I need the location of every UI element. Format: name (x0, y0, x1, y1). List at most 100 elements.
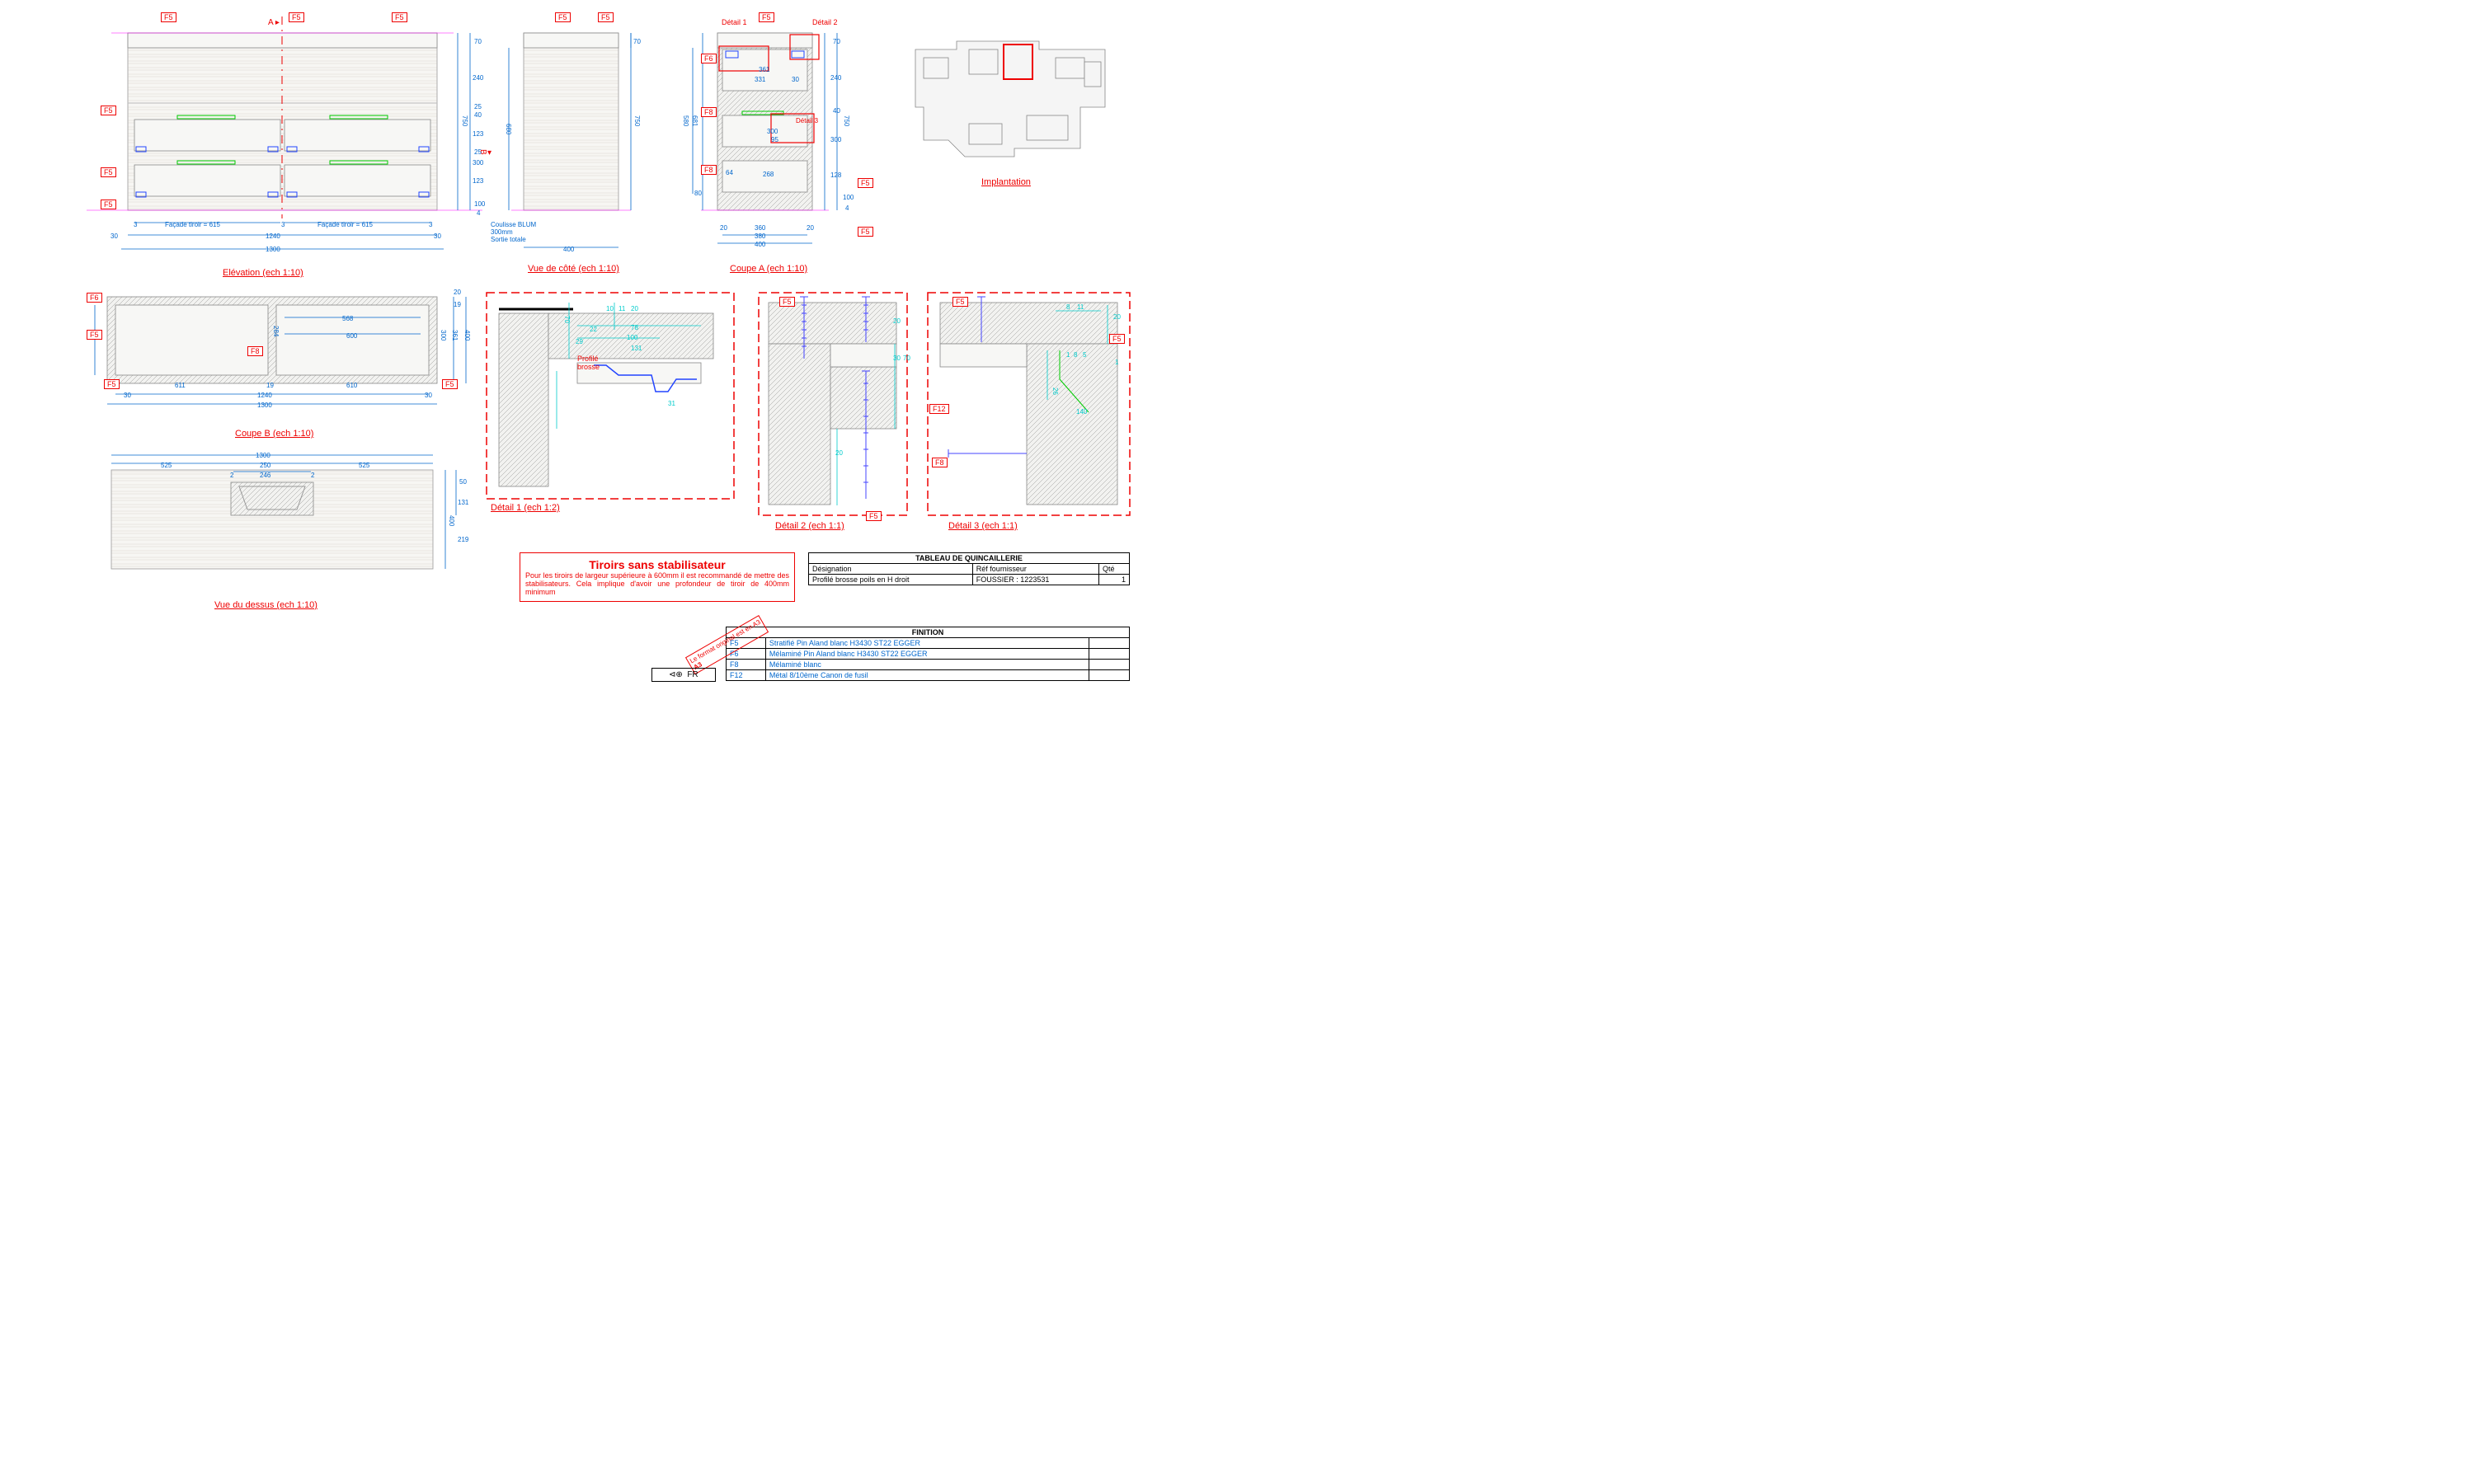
d19: 19 (266, 382, 274, 389)
d4: 4 (477, 209, 480, 217)
d30bl: 30 (124, 392, 131, 399)
d5: 5 (1083, 351, 1086, 359)
d300e: 300 (473, 159, 483, 167)
d750s: 750 (633, 115, 641, 126)
tag-f12: F12 (929, 404, 949, 414)
d361: 361 (759, 66, 769, 73)
title-side: Vue de côté (ech 1:10) (528, 264, 619, 274)
dim-30l: 30 (111, 232, 118, 240)
d1300t: 1300 (256, 452, 270, 459)
d300b: 300 (830, 136, 841, 143)
d600: 600 (346, 332, 357, 340)
tag-f8: F8 (932, 458, 948, 467)
d140: 140 (1076, 408, 1087, 416)
d246: 246 (260, 472, 270, 479)
d250: 250 (260, 462, 270, 469)
tag-f5: F5 (759, 12, 774, 22)
d64: 64 (726, 169, 733, 176)
d219: 219 (458, 536, 468, 543)
d100a: 100 (843, 194, 854, 201)
d11: 11 (618, 305, 625, 312)
d50: 50 (459, 478, 467, 486)
view-elevation (87, 16, 482, 249)
a3-stamp: Le format original est en A3A3 (684, 635, 769, 655)
d750a: 750 (843, 115, 850, 126)
d131d: 131 (631, 345, 642, 352)
d525l: 525 (161, 462, 172, 469)
proj-symbol: ⊲⊕ FR (651, 668, 716, 682)
title-top: Vue du dessus (ech 1:10) (214, 600, 317, 610)
d20b: 20 (454, 289, 461, 296)
dim-1300: 1300 (266, 246, 280, 253)
d25a: 25 (474, 103, 482, 110)
d1: 1 (1115, 359, 1118, 366)
d400b: 400 (463, 330, 471, 340)
d128: 128 (830, 171, 841, 179)
coulisse-note: Coulisse BLUM 300mm Sortie totale (491, 221, 536, 243)
d300a: 300 (767, 128, 778, 135)
d580: 580 (682, 115, 689, 126)
title-d3: Détail 3 (ech 1:1) (948, 521, 1018, 531)
d8b: 8 (1074, 351, 1077, 359)
tag-f5: F5 (101, 200, 116, 209)
d20f: 20 (835, 449, 843, 457)
d400s: 400 (563, 246, 574, 253)
title-implant: Implantation (981, 177, 1031, 187)
tag-f8: F8 (247, 346, 263, 356)
d30br: 30 (425, 392, 432, 399)
d20g: 20 (1113, 313, 1121, 321)
d20r: 20 (807, 224, 814, 232)
d1300b: 1300 (257, 402, 272, 409)
tag-f5: F5 (289, 12, 304, 22)
quincaillerie-table: TABLEAU DE QUINCAILLERIE DésignationRéf … (808, 552, 1130, 585)
tag-f8: F8 (701, 165, 717, 175)
d2r: 2 (311, 472, 314, 479)
d611: 611 (175, 382, 186, 389)
title-coupeA: Coupe A (ech 1:10) (730, 264, 807, 274)
d19b: 19 (454, 301, 461, 308)
d284: 284 (272, 326, 280, 336)
tag-f5: F5 (858, 178, 873, 188)
d1label: Détail 1 (722, 18, 747, 26)
d2label: Détail 2 (812, 18, 838, 26)
q-title: TABLEAU DE QUINCAILLERIE (809, 553, 1130, 564)
d11b: 11 (1077, 303, 1084, 311)
tag-f5: F5 (161, 12, 176, 22)
view-detail3 (928, 293, 1130, 515)
d100d: 100 (627, 334, 637, 341)
d3label: Détail 3 (796, 117, 818, 124)
d30e: 30 (893, 355, 901, 362)
note-text: Pour les tiroirs de largeur supérieure à… (525, 571, 789, 596)
dim-3m: 3 (281, 221, 285, 228)
d131: 131 (458, 499, 468, 506)
tag-f5: F5 (779, 297, 795, 307)
view-coupe-b (95, 297, 466, 404)
d750: 750 (461, 115, 468, 126)
dim-30r: 30 (434, 232, 441, 240)
d10: 10 (606, 305, 614, 312)
d95: 95 (771, 136, 778, 143)
title-d2: Détail 2 (ech 1:1) (775, 521, 844, 531)
d361b: 361 (451, 330, 459, 340)
finition-table: FINITION F5Stratifié Pin Aland blanc H34… (726, 627, 1130, 681)
d70d: 70 (563, 316, 571, 323)
d80: 80 (694, 190, 702, 197)
d20e: 20 (893, 317, 901, 325)
tag-f5: F5 (101, 167, 116, 177)
tag-f5: F5 (1109, 334, 1125, 344)
dim-3r: 3 (429, 221, 432, 228)
tag-f6: F6 (701, 54, 717, 63)
dim-facade-2: Façade tiroir = 615 (317, 221, 373, 228)
dim-3l: 3 (134, 221, 137, 228)
tag-f5: F5 (104, 379, 120, 389)
view-implantation (891, 25, 1130, 173)
d123a: 123 (473, 130, 483, 138)
d400a: 400 (755, 241, 765, 248)
d568: 568 (342, 315, 353, 322)
d40a: 40 (474, 111, 482, 119)
d300c: 300 (440, 330, 447, 340)
d123b: 123 (473, 177, 483, 185)
d70s: 70 (633, 38, 641, 45)
tag-f5: F5 (442, 379, 458, 389)
tag-f5: F5 (866, 511, 882, 521)
